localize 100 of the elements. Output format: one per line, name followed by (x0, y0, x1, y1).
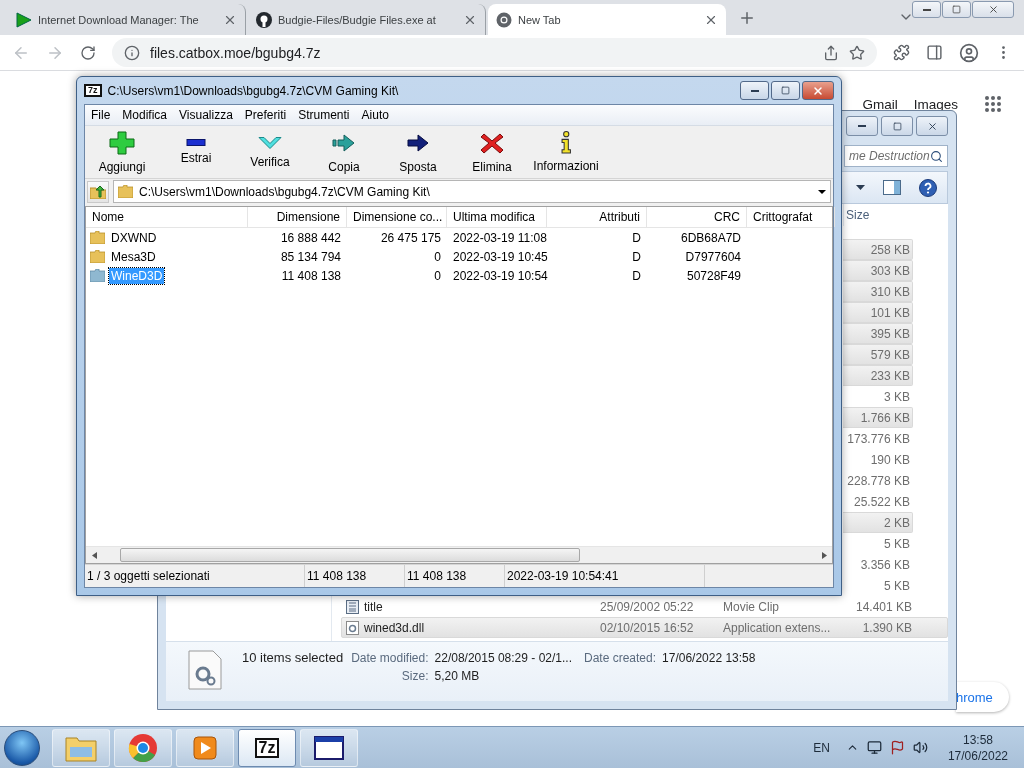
minimize-button[interactable] (740, 81, 769, 100)
close-button[interactable] (802, 81, 834, 100)
header-link[interactable]: Gmail (862, 96, 898, 112)
maximize-button[interactable] (771, 81, 800, 100)
reload-icon[interactable] (80, 44, 96, 61)
apps-grid-icon[interactable] (984, 95, 1002, 113)
file-row[interactable]: 3.356 KB (843, 554, 913, 575)
file-row[interactable]: 101 KB (843, 302, 913, 323)
menu-item[interactable]: Modifica (116, 108, 174, 122)
table-cell-text: 2022-03-19 11:08 (452, 230, 547, 245)
search-field[interactable]: me Destruction (844, 145, 948, 167)
share-icon[interactable] (823, 44, 839, 61)
column-header[interactable]: Crittografat (747, 207, 835, 227)
maximize-icon (781, 86, 790, 95)
menu-item[interactable]: File (85, 108, 117, 122)
browser-tab[interactable]: Budgie-Files/Budgie Files.exe at (248, 4, 486, 35)
file-row[interactable]: 5 KB (843, 575, 913, 596)
close-button[interactable] (916, 116, 948, 136)
profile-icon[interactable] (959, 42, 979, 63)
toolbar-button[interactable]: Verifica (233, 126, 307, 178)
column-header[interactable]: CRC (647, 207, 747, 227)
caret-icon[interactable] (856, 185, 865, 190)
caret-icon[interactable] (818, 189, 826, 194)
close-icon (926, 120, 938, 132)
file-row[interactable]: 2 KB (843, 512, 913, 533)
minimize-button[interactable] (912, 1, 941, 18)
maximize-icon (952, 5, 961, 14)
toolbar-button[interactable]: Informazioni (529, 126, 603, 178)
column-header[interactable]: Nome (86, 207, 248, 227)
list-row[interactable]: WineD3D 11 408 138 0 2022-03-19 10:54 D 50728F49 (86, 266, 832, 285)
window-icon (314, 735, 344, 760)
menu-item[interactable]: Preferiti (238, 108, 293, 122)
file-size: 14.401 KB (854, 599, 913, 614)
search-icon (930, 149, 943, 163)
file-size: 579 KB (870, 347, 911, 362)
address-bar[interactable]: files.catbox.moe/bgubg4.7z (112, 38, 877, 67)
list-row[interactable]: Mesa3D 85 134 794 0 2022-03-19 10:45 D D7977604 (86, 247, 832, 266)
toolbar-button[interactable]: Aggiungi (85, 126, 159, 178)
column-header[interactable]: Dimensione (248, 207, 347, 227)
toolbar-button[interactable]: Estrai (159, 126, 233, 178)
folder-icon (90, 269, 105, 282)
taskbar-button[interactable] (300, 728, 358, 767)
file-row[interactable]: 579 KB (843, 344, 913, 365)
maximize-icon (892, 121, 902, 131)
close-icon (987, 4, 999, 15)
taskbar-button[interactable]: 7z (238, 728, 296, 767)
scroll-left-icon[interactable] (91, 551, 97, 559)
clock-time: 13:58 (962, 731, 993, 748)
customize-button[interactable]: hrome (956, 682, 1009, 712)
column-header[interactable]: Ultima modifica (447, 207, 547, 227)
column-header[interactable]: Dimensione co... (347, 207, 447, 227)
minimize-button[interactable] (846, 116, 878, 136)
plus-icon (109, 130, 135, 155)
language-indicator[interactable]: EN (813, 740, 830, 755)
menu-item[interactable]: Visualizza (173, 108, 239, 122)
folder-icon (90, 250, 105, 263)
volume-icon[interactable] (912, 740, 928, 755)
column-header[interactable]: Attributi (547, 207, 647, 227)
toolbar-button[interactable]: Copia (307, 126, 381, 178)
file-row[interactable]: 3 KB (843, 386, 913, 407)
puzzle-icon[interactable] (893, 44, 910, 61)
preview-pane-icon[interactable] (883, 180, 901, 195)
file-row[interactable]: 25.522 KB (843, 491, 913, 512)
path-field[interactable]: C:\Users\vm1\Downloads\bgubg4.7z\CVM Gaming Kit\ (113, 180, 831, 203)
detail-value: 5,20 MB (434, 669, 481, 683)
file-row[interactable]: 395 KB (843, 323, 913, 344)
file-row[interactable]: 303 KB (843, 260, 913, 281)
archiver-logo: 7z (254, 737, 280, 758)
film-file-icon (346, 599, 359, 614)
menu-item[interactable]: Strumenti (292, 108, 356, 122)
close-icon (812, 84, 824, 97)
browser-tab[interactable]: New Tab (488, 4, 726, 35)
archiver-logo: 7z (84, 84, 102, 97)
toolbar-button[interactable]: Elimina (455, 126, 529, 178)
file-row[interactable]: title 25/09/2002 05:22 Movie Clip 14.401 KB (341, 596, 948, 617)
side-panel-icon[interactable] (926, 44, 943, 61)
help-icon[interactable] (919, 178, 937, 197)
menu-item[interactable]: Aiuto (355, 108, 395, 122)
start-button[interactable] (4, 729, 40, 766)
column-header[interactable]: Size (843, 204, 913, 226)
file-row[interactable]: wined3d.dll 02/10/2015 16:52 Application extens... 1.390 KB (341, 617, 948, 638)
browser-tab[interactable]: Internet Download Manager: The (8, 4, 246, 35)
up-folder-button[interactable] (87, 180, 109, 203)
file-row[interactable]: 310 KB (843, 281, 913, 302)
file-row[interactable]: 190 KB (843, 449, 913, 470)
toolbar-button[interactable]: Sposta (381, 126, 455, 178)
star-icon[interactable] (849, 44, 865, 61)
status-text: 11 408 138 (305, 565, 405, 587)
play-button-icon (192, 734, 218, 761)
file-row[interactable]: 233 KB (843, 365, 913, 386)
list-row[interactable]: DXWND 16 888 442 26 475 175 2022-03-19 11:08 D 6DB68A7D (86, 228, 832, 247)
file-row[interactable]: 1.766 KB (843, 407, 913, 428)
scroll-right-icon[interactable] (821, 551, 827, 559)
file-row[interactable]: 258 KB (843, 239, 913, 260)
network-icon[interactable] (866, 740, 882, 755)
table-cell-text: 26 475 175 (379, 230, 442, 245)
file-row[interactable]: 5 KB (843, 533, 913, 554)
flag-icon[interactable] (889, 740, 905, 755)
horizontal-scrollbar[interactable] (86, 546, 832, 563)
close-button[interactable] (972, 1, 1014, 18)
